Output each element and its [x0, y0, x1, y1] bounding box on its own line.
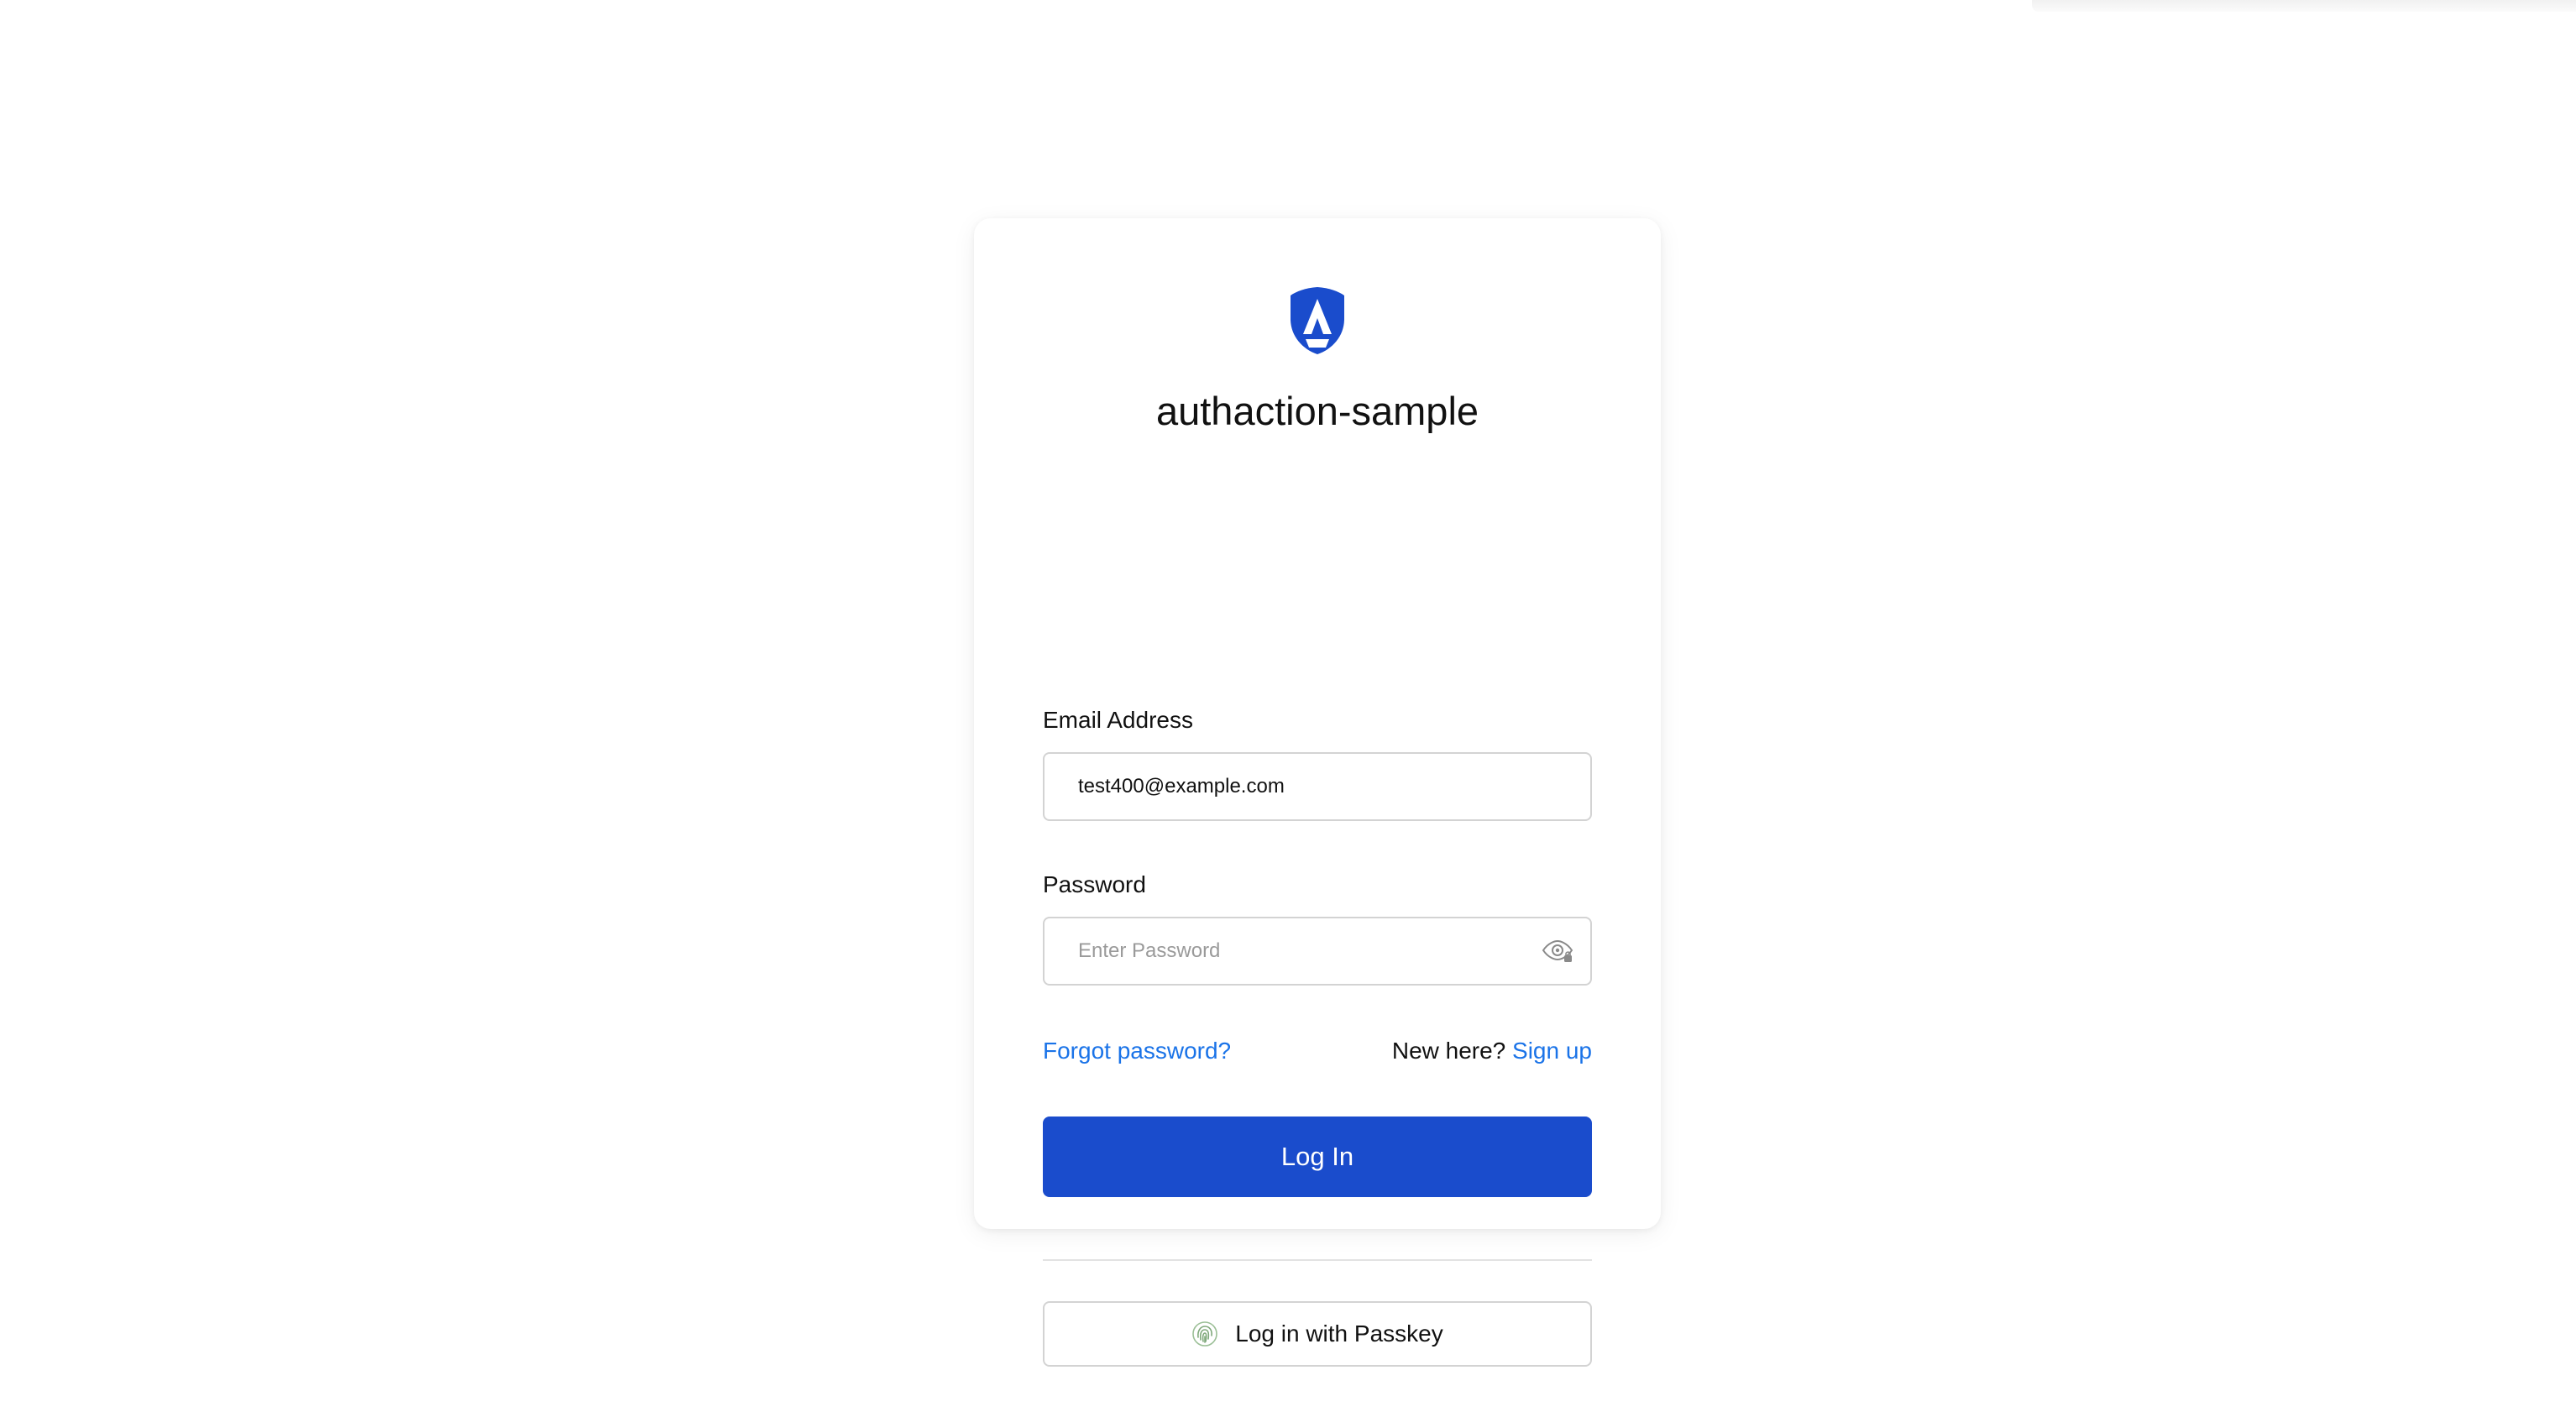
passkey-login-button[interactable]: Log in with Passkey	[1043, 1301, 1592, 1367]
fingerprint-icon	[1191, 1320, 1218, 1347]
password-field-box	[1043, 917, 1592, 986]
signup-row: New here? Sign up	[1392, 1036, 1592, 1066]
email-field-box	[1043, 752, 1592, 821]
email-field[interactable]	[1078, 754, 1531, 819]
window-top-strip	[2032, 0, 2576, 12]
shield-logo-icon	[1289, 285, 1346, 356]
email-label: Email Address	[1043, 707, 1193, 733]
forgot-password-link[interactable]: Forgot password?	[1043, 1036, 1231, 1066]
signup-link[interactable]: Sign up	[1512, 1038, 1592, 1064]
login-card: authaction-sample Email Address Password…	[974, 218, 1661, 1367]
divider	[1043, 1259, 1592, 1261]
password-field[interactable]	[1078, 918, 1531, 984]
password-label: Password	[1043, 871, 1146, 897]
eye-icon[interactable]	[1542, 939, 1573, 964]
login-button[interactable]: Log In	[1043, 1117, 1592, 1197]
app-title: authaction-sample	[1155, 389, 1479, 433]
signup-prompt: New here?	[1391, 1038, 1506, 1064]
passkey-button-label: Log in with Passkey	[1235, 1320, 1443, 1347]
